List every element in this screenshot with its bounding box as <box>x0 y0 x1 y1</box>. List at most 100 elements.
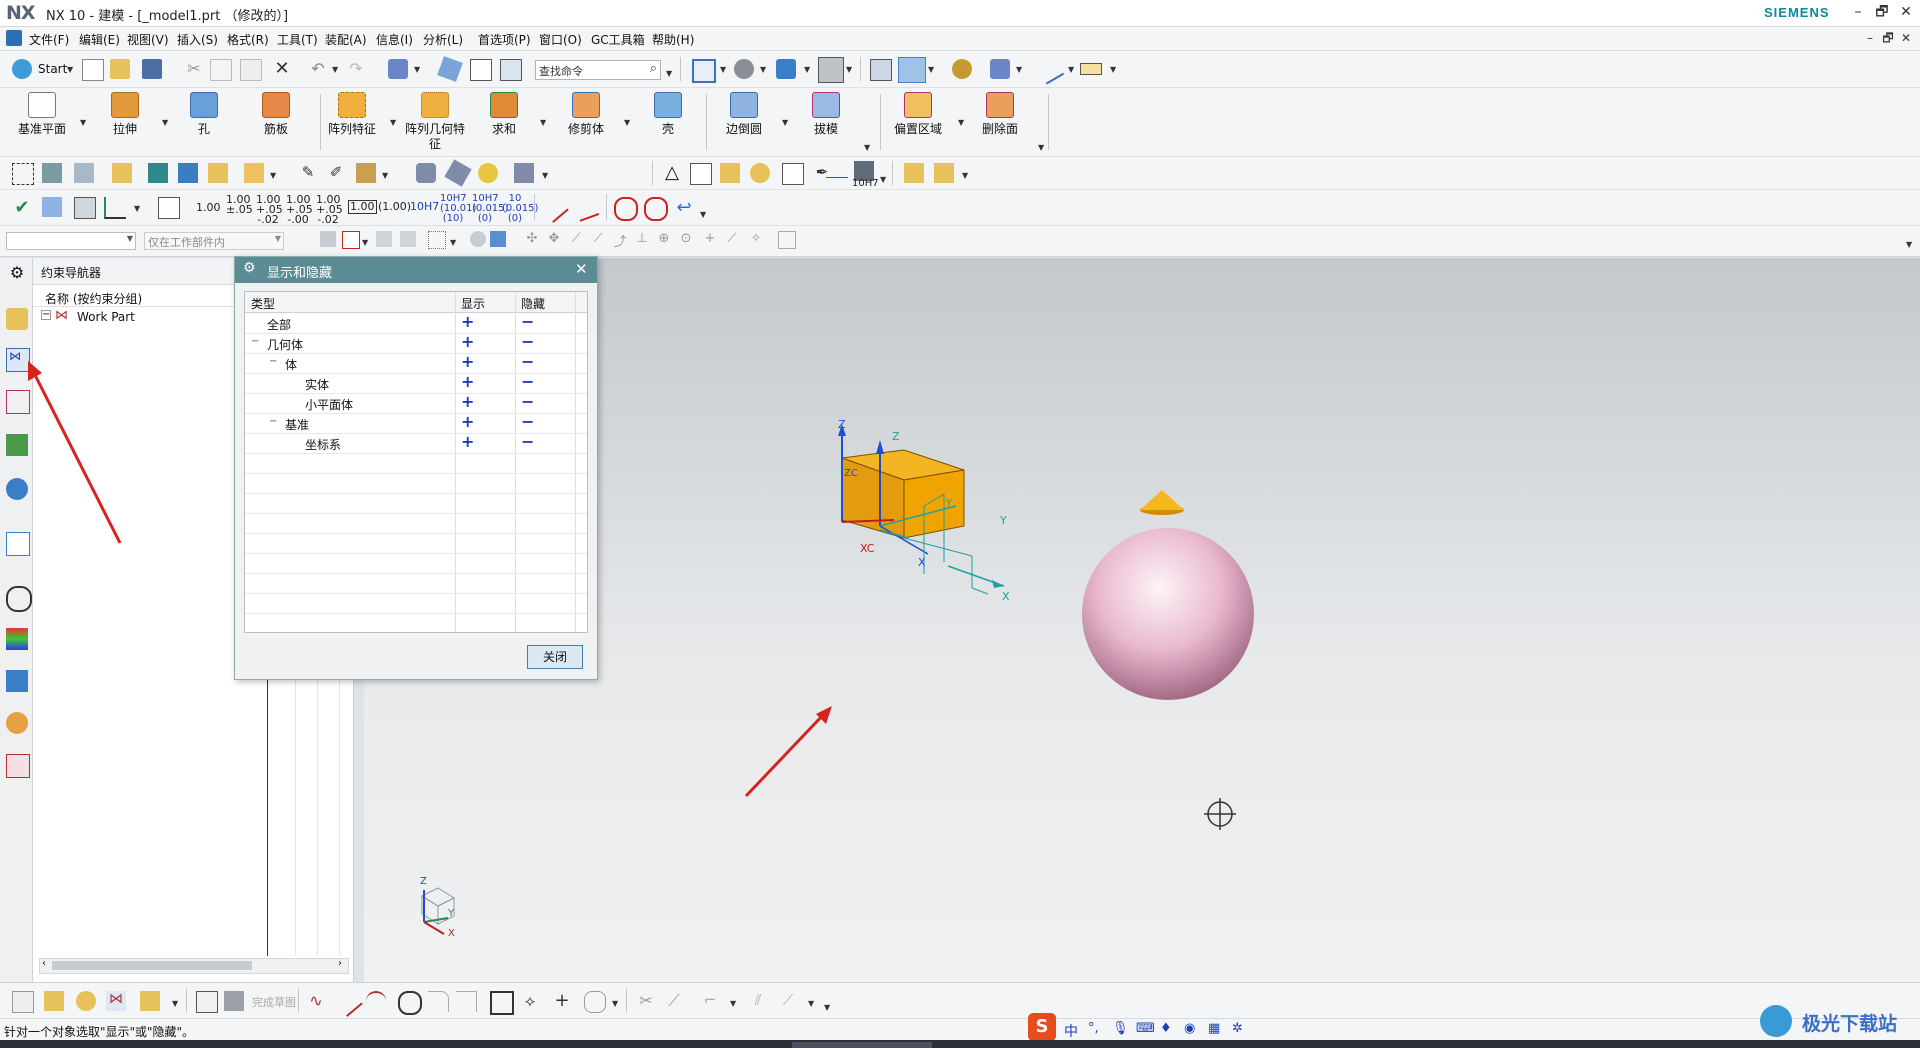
scroll-left-icon[interactable]: ‹ <box>42 958 46 969</box>
pattern-curve-icon[interactable]: ⟋ <box>778 991 798 1011</box>
show-hide-dropdown-icon[interactable]: ▼ <box>1016 65 1022 74</box>
assembly-navigator-icon[interactable] <box>12 163 34 185</box>
command-finder-icon[interactable] <box>388 59 408 79</box>
delete-face-dropdown-icon[interactable]: ▼ <box>1038 143 1044 152</box>
constraint-icon[interactable] <box>148 163 168 183</box>
game-icon[interactable]: ◉ <box>1184 1021 1195 1036</box>
return-icon[interactable]: ↩ <box>674 197 694 218</box>
arc-icon[interactable] <box>366 991 386 1013</box>
layers-stack-icon[interactable] <box>74 163 94 183</box>
polygon-icon[interactable]: ⟡ <box>520 991 540 1011</box>
background-icon[interactable] <box>818 57 844 83</box>
fillet-icon[interactable] <box>428 991 449 1012</box>
parts-icon[interactable] <box>934 163 954 183</box>
menu-window[interactable]: 窗口(O) <box>539 31 582 48</box>
show-button[interactable]: + <box>461 392 474 411</box>
snap-curve-icon[interactable]: ⤴ <box>612 231 628 250</box>
system-materials-tab-icon[interactable] <box>6 628 28 650</box>
snap-tangent-icon[interactable]: ⟋ <box>590 231 606 247</box>
snap-quadrant-icon[interactable]: ⊕ <box>656 231 672 247</box>
offset-dropdown-icon[interactable]: ▼ <box>612 999 618 1008</box>
sketch-tool-icon[interactable]: ✎ <box>298 163 318 183</box>
collapse-toggle-icon[interactable]: − <box>269 416 277 427</box>
pattern-feature-button[interactable]: 阵列特征 <box>322 88 382 156</box>
line-icon[interactable] <box>333 987 363 1017</box>
menu-view[interactable]: 视图(V) <box>127 31 169 48</box>
show-button[interactable]: + <box>461 352 474 371</box>
angle-icon[interactable] <box>104 197 126 219</box>
sketch-point-icon[interactable] <box>76 991 96 1011</box>
pattern-dropdown-icon[interactable]: ▼ <box>390 118 396 127</box>
hide-button[interactable]: − <box>521 432 534 451</box>
dim-fit-tolerance[interactable]: 10H7 (0.015) (0) <box>472 194 508 224</box>
datum-target-icon[interactable] <box>158 197 180 219</box>
search-dropdown-icon[interactable]: ▼ <box>666 69 672 78</box>
menu-tools[interactable]: 工具(T) <box>277 31 318 48</box>
quick-extend-icon[interactable]: ⟋ <box>664 991 684 1011</box>
point-icon[interactable]: + <box>552 991 572 1011</box>
scrollbar-thumb[interactable] <box>52 961 252 970</box>
block-body[interactable] <box>841 449 965 539</box>
undo-dropdown-icon[interactable]: ▼ <box>332 65 338 74</box>
show-button[interactable]: + <box>461 312 474 331</box>
rectangle-icon[interactable] <box>490 991 514 1015</box>
extrude-button[interactable]: 拉伸 <box>95 88 155 156</box>
table-row[interactable]: − 几何体 + − <box>245 332 587 354</box>
assembly-load-icon[interactable] <box>208 163 228 183</box>
show-button[interactable]: + <box>461 432 474 451</box>
tolerance-dropdown-label[interactable]: 10H7 <box>852 179 879 189</box>
finish-sketch-icon[interactable] <box>224 991 244 1011</box>
menu-format[interactable]: 格式(R) <box>227 31 269 48</box>
scroll-right-icon[interactable]: › <box>338 958 342 969</box>
rib-button[interactable]: 筋板 <box>246 88 306 156</box>
offset-dropdown-icon[interactable]: ▼ <box>958 118 964 127</box>
doc-close-button[interactable]: ✕ <box>1898 30 1914 46</box>
grid-icon[interactable] <box>74 197 96 219</box>
select-rect-icon[interactable] <box>342 231 360 249</box>
tolerance-dropdown-icon[interactable]: ▼ <box>880 175 886 184</box>
layer-icon[interactable] <box>42 163 62 183</box>
system-scene-tab-icon[interactable] <box>6 754 30 778</box>
render-style-icon[interactable] <box>776 59 796 79</box>
radius-dimension-icon[interactable] <box>572 194 600 222</box>
trim-body-button[interactable]: 修剪体 <box>556 88 616 156</box>
select-dropdown-icon[interactable]: ▼ <box>362 238 368 247</box>
snap-arc-center-icon[interactable]: ⊙ <box>678 231 694 247</box>
unite-button[interactable]: 求和 <box>474 88 534 156</box>
snap-perp-icon[interactable]: ⊥ <box>634 231 650 247</box>
history-tab-icon[interactable] <box>6 586 32 612</box>
tree-item-work-part[interactable]: − ⋈ Work Part <box>41 308 241 326</box>
dim-basic[interactable]: 1.00 <box>348 200 377 214</box>
unite-dropdown-icon[interactable]: ▼ <box>540 118 546 127</box>
roles-tab-icon[interactable] <box>6 712 28 734</box>
return-dropdown-icon[interactable]: ▼ <box>700 210 706 219</box>
table-row[interactable]: − 基准 + − <box>245 412 587 434</box>
offset-curve-icon[interactable] <box>584 991 606 1013</box>
menu-insert[interactable]: 插入(S) <box>177 31 218 48</box>
type-filter-select[interactable]: ▼ <box>6 232 136 250</box>
gear-icon[interactable]: ⚙ <box>6 262 28 284</box>
menu-edit[interactable]: 编辑(E) <box>79 31 120 48</box>
doc-restore-button[interactable]: 🗗 <box>1880 30 1896 46</box>
close-icon[interactable]: ✕ <box>575 260 588 278</box>
new-file-icon[interactable] <box>82 59 104 81</box>
screw-icon[interactable] <box>444 159 472 187</box>
dimension-arrow-icon[interactable] <box>826 177 848 184</box>
selection-bar-overflow-icon[interactable]: ▼ <box>1906 240 1912 249</box>
fit-dropdown-icon[interactable]: ▼ <box>720 65 726 74</box>
cylinder-icon[interactable] <box>416 163 436 183</box>
hide-button[interactable]: − <box>521 332 534 351</box>
measure-distance-icon[interactable] <box>1035 55 1065 85</box>
snap-point-curve-icon[interactable]: ⟋ <box>724 231 740 247</box>
sketch-assembly-icon[interactable] <box>140 991 160 1011</box>
ruler-dropdown-icon[interactable]: ▼ <box>1110 65 1116 74</box>
move-component-icon[interactable] <box>178 163 198 183</box>
settings-icon[interactable]: ✲ <box>1232 1021 1243 1036</box>
hole-button[interactable]: 孔 <box>174 88 234 156</box>
marquee-icon[interactable] <box>428 231 446 249</box>
drill-icon[interactable] <box>356 163 376 183</box>
skin-icon[interactable]: ♦ <box>1160 1021 1172 1036</box>
datum-plane-button[interactable]: 基准平面 <box>12 88 72 156</box>
collapse-toggle-icon[interactable]: − <box>41 310 51 320</box>
microphone-icon[interactable]: 🎙 <box>1112 1021 1129 1036</box>
